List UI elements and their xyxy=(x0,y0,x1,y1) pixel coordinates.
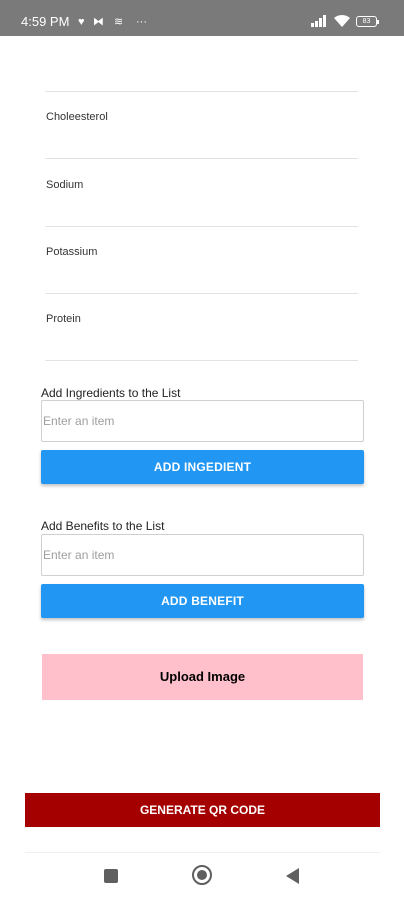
battery-level: 83 xyxy=(362,18,371,25)
recents-icon[interactable] xyxy=(104,869,118,883)
nutrient-label-potassium[interactable]: Potassium xyxy=(46,245,97,259)
more-icon: ··· xyxy=(136,16,147,28)
dual-sim-icon: ⧓ xyxy=(93,16,104,28)
add-ingredient-button[interactable]: ADD INGEDIENT xyxy=(41,450,364,484)
field-divider xyxy=(45,226,358,227)
ingredients-label: Add Ingredients to the List xyxy=(41,386,181,400)
home-icon[interactable] xyxy=(192,865,212,885)
nutrient-label-protein[interactable]: Protein xyxy=(46,312,81,326)
heart-icon: ♥ xyxy=(78,16,85,28)
add-benefit-button[interactable]: ADD BENEFIT xyxy=(41,584,364,618)
generate-qr-code-button[interactable]: GENERATE QR CODE xyxy=(25,793,380,827)
battery-icon: 83 xyxy=(356,16,379,27)
layers-icon: ≋ xyxy=(114,16,124,28)
field-divider xyxy=(45,293,358,294)
back-icon[interactable] xyxy=(286,868,299,884)
signal-icon xyxy=(311,15,327,27)
field-divider xyxy=(45,360,358,361)
status-bar: 4:59 PM ♥ ⧓ ≋ ··· 83 xyxy=(0,0,404,36)
benefits-label: Add Benefits to the List xyxy=(41,519,165,533)
nutrient-label-cholesterol[interactable]: Choleesterol xyxy=(46,110,108,124)
field-divider xyxy=(45,91,358,92)
nav-divider xyxy=(25,852,380,853)
ingredient-input[interactable]: Enter an item xyxy=(41,400,364,442)
wifi-icon xyxy=(334,14,350,27)
nutrient-label-sodium[interactable]: Sodium xyxy=(46,178,83,192)
status-time: 4:59 PM xyxy=(21,14,70,29)
benefit-input[interactable]: Enter an item xyxy=(41,534,364,576)
field-divider xyxy=(45,158,358,159)
upload-image-button[interactable]: Upload Image xyxy=(42,654,363,700)
